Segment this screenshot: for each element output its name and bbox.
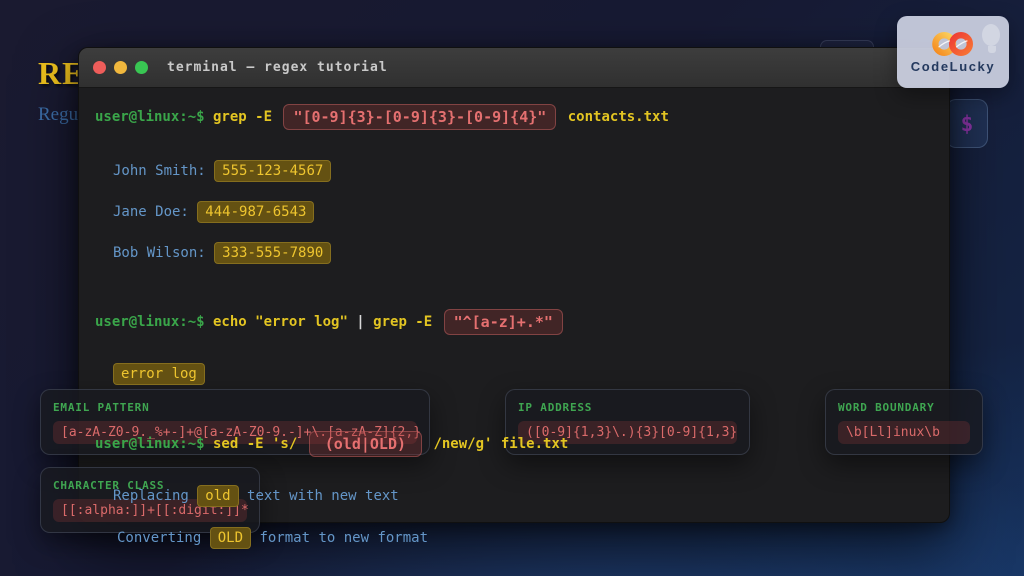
brand-name: CodeLucky bbox=[911, 59, 995, 74]
card-word-boundary: WORD BOUNDARY \b[Ll]inux\b bbox=[825, 389, 983, 455]
terminal-line-output: Replacing old text with new text bbox=[113, 482, 399, 510]
card-title: EMAIL PATTERN bbox=[53, 401, 417, 414]
match-highlight: 444-987-6543 bbox=[197, 201, 314, 223]
command-arg: contacts.txt bbox=[559, 109, 669, 125]
shell-prompt: user@linux:~$ bbox=[95, 436, 205, 452]
regex-pattern-box: "[0-9]{3}-[0-9]{3}-[0-9]{4}" bbox=[283, 104, 556, 130]
output-text: text with new text bbox=[239, 488, 399, 504]
command-text: echo "error log" bbox=[205, 314, 357, 330]
match-highlight: OLD bbox=[210, 527, 251, 549]
terminal-line-output: error log bbox=[113, 360, 205, 388]
terminal-line-output: John Smith: 555-123-4567 bbox=[113, 157, 331, 185]
command-text: /new/g' file.txt bbox=[425, 436, 568, 452]
dollar-icon: $ bbox=[961, 112, 974, 136]
output-label: Bob Wilson: bbox=[113, 245, 214, 261]
pipe-symbol: | bbox=[356, 314, 364, 330]
output-text: Replacing bbox=[113, 488, 197, 504]
terminal-line-output: Bob Wilson: 333-555-7890 bbox=[113, 239, 331, 267]
output-label: John Smith: bbox=[113, 163, 214, 179]
match-highlight: error log bbox=[113, 363, 205, 385]
infinity-logo-icon bbox=[929, 31, 977, 57]
terminal-line-output: Jane Doe: 444-987-6543 bbox=[113, 198, 314, 226]
match-highlight: 333-555-7890 bbox=[214, 242, 331, 264]
shell-prompt: user@linux:~$ bbox=[95, 109, 205, 125]
page-subtitle: Regu bbox=[38, 104, 78, 126]
terminal-line-output-overflow: Converting OLD format to new format bbox=[117, 524, 428, 552]
card-title: IP ADDRESS bbox=[518, 401, 737, 414]
command-text: grep -E bbox=[365, 314, 441, 330]
regex-pattern-box: "^[a-z]+.*" bbox=[444, 309, 563, 335]
maximize-icon[interactable] bbox=[135, 61, 148, 74]
match-highlight: 555-123-4567 bbox=[214, 160, 331, 182]
close-icon[interactable] bbox=[93, 61, 106, 74]
match-highlight: old bbox=[197, 485, 238, 507]
terminal-titlebar[interactable]: terminal — regex tutorial bbox=[79, 48, 949, 88]
card-title: WORD BOUNDARY bbox=[838, 401, 970, 414]
lightbulb-icon bbox=[982, 24, 1002, 58]
output-text: format to new format bbox=[251, 530, 428, 546]
window-title: terminal — regex tutorial bbox=[167, 60, 388, 75]
terminal-line-grep-command: user@linux:~$ grep -E "[0-9]{3}-[0-9]{3}… bbox=[95, 103, 669, 131]
shell-prompt: user@linux:~$ bbox=[95, 314, 205, 330]
command-text: grep -E bbox=[205, 109, 281, 125]
terminal-line-sed-command: user@linux:~$ sed -E 's/ (old|OLD) /new/… bbox=[95, 430, 568, 458]
shell-feature-tile: $ bbox=[946, 99, 988, 148]
minimize-icon[interactable] bbox=[114, 61, 127, 74]
brand-badge: CodeLucky bbox=[897, 16, 1009, 88]
terminal-line-echo-command: user@linux:~$ echo "error log" | grep -E… bbox=[95, 308, 566, 336]
output-label: Jane Doe: bbox=[113, 204, 197, 220]
command-text: sed -E 's/ bbox=[205, 436, 306, 452]
card-regex: \b[Ll]inux\b bbox=[838, 421, 970, 444]
regex-pattern-box: (old|OLD) bbox=[309, 431, 422, 457]
output-text: Converting bbox=[117, 530, 210, 546]
